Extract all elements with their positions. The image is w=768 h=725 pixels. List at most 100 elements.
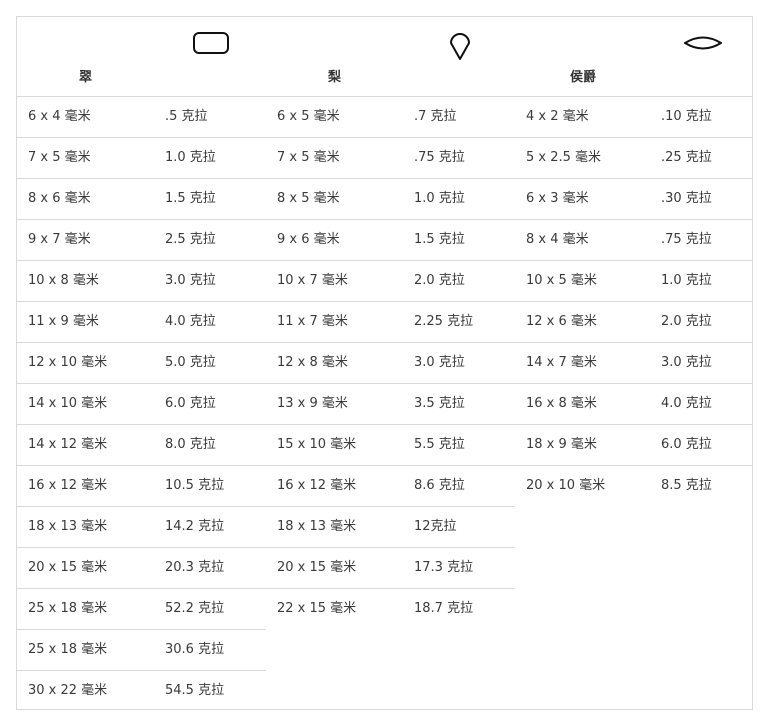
table-row: 22 x 15 毫米 18.7 克拉 [266, 589, 515, 630]
size-cell: 16 x 12 毫米 [277, 478, 357, 493]
size-cell: 15 x 10 毫米 [277, 437, 357, 452]
size-cell: 4 x 2 毫米 [526, 109, 589, 124]
size-cell: 10 x 5 毫米 [526, 273, 597, 288]
table-row: 14 x 10 毫米 6.0 克拉 [17, 384, 266, 425]
weight-cell: 3.5 克拉 [414, 396, 465, 411]
weight-cell: 6.0 克拉 [661, 437, 712, 452]
weight-cell: 8.0 克拉 [165, 437, 216, 452]
weight-cell: 30.6 克拉 [165, 642, 225, 657]
size-cell: 9 x 6 毫米 [277, 232, 340, 247]
weight-cell: 5.0 克拉 [165, 355, 216, 370]
size-cell: 5 x 2.5 毫米 [526, 150, 602, 165]
size-cell: 20 x 15 毫米 [28, 560, 108, 575]
size-cell: 14 x 10 毫米 [28, 396, 108, 411]
weight-cell: 2.0 克拉 [414, 273, 465, 288]
size-cell: 8 x 4 毫米 [526, 232, 589, 247]
table-row: 13 x 9 毫米 3.5 克拉 [266, 384, 515, 425]
table-row: 9 x 7 毫米 2.5 克拉 [17, 220, 266, 261]
group-name-emerald: 翠 [79, 70, 93, 85]
table-row: 18 x 13 毫米 14.2 克拉 [17, 507, 266, 548]
size-cell: 25 x 18 毫米 [28, 601, 108, 616]
table-header: 翠 梨 侯爵 [17, 17, 752, 97]
table-row: 5 x 2.5 毫米 .25 克拉 [515, 138, 753, 179]
weight-cell: 54.5 克拉 [165, 683, 225, 698]
table-row: 25 x 18 毫米 52.2 克拉 [17, 589, 266, 630]
weight-cell: 1.0 克拉 [414, 191, 465, 206]
weight-cell: 8.5 克拉 [661, 478, 712, 493]
size-cell: 16 x 12 毫米 [28, 478, 108, 493]
weight-cell: 12克拉 [414, 519, 457, 534]
table-row: 6 x 3 毫米 .30 克拉 [515, 179, 753, 220]
size-cell: 20 x 10 毫米 [526, 478, 606, 493]
size-cell: 20 x 15 毫米 [277, 560, 357, 575]
table-row: 15 x 10 毫米 5.5 克拉 [266, 425, 515, 466]
size-cell: 16 x 8 毫米 [526, 396, 597, 411]
size-cell: 6 x 5 毫米 [277, 109, 340, 124]
table-row: 18 x 13 毫米 12克拉 [266, 507, 515, 548]
table-row: 16 x 8 毫米 4.0 克拉 [515, 384, 753, 425]
weight-cell: 2.0 克拉 [661, 314, 712, 329]
column-marquise: 4 x 2 毫米 .10 克拉 5 x 2.5 毫米 .25 克拉 6 x 3 毫米… [515, 97, 753, 507]
size-cell: 11 x 7 毫米 [277, 314, 348, 329]
weight-cell: .30 克拉 [661, 191, 712, 206]
weight-cell: .5 克拉 [165, 109, 208, 124]
weight-cell: 3.0 克拉 [165, 273, 216, 288]
weight-cell: 1.5 克拉 [165, 191, 216, 206]
table-row: 11 x 7 毫米 2.25 克拉 [266, 302, 515, 343]
size-cell: 14 x 12 毫米 [28, 437, 108, 452]
table-row: 7 x 5 毫米 1.0 克拉 [17, 138, 266, 179]
group-name-marquise: 侯爵 [570, 70, 597, 85]
size-cell: 18 x 13 毫米 [277, 519, 357, 534]
table-row: 20 x 15 毫米 20.3 克拉 [17, 548, 266, 589]
weight-cell: 18.7 克拉 [414, 601, 474, 616]
header-group-emerald: 翠 [17, 17, 266, 97]
size-cell: 8 x 6 毫米 [28, 191, 91, 206]
size-cell: 8 x 5 毫米 [277, 191, 340, 206]
header-group-marquise: 侯爵 [515, 17, 753, 97]
size-cell: 6 x 3 毫米 [526, 191, 589, 206]
table-row: 10 x 8 毫米 3.0 克拉 [17, 261, 266, 302]
size-cell: 12 x 6 毫米 [526, 314, 597, 329]
size-cell: 14 x 7 毫米 [526, 355, 597, 370]
table-row: 25 x 18 毫米 30.6 克拉 [17, 630, 266, 671]
header-group-pear: 梨 [266, 17, 515, 97]
size-cell: 12 x 8 毫米 [277, 355, 348, 370]
pear-cut-shape-icon [450, 33, 470, 60]
size-cell: 10 x 8 毫米 [28, 273, 99, 288]
size-cell: 12 x 10 毫米 [28, 355, 108, 370]
table-row: 6 x 4 毫米 .5 克拉 [17, 97, 266, 138]
size-cell: 7 x 5 毫米 [28, 150, 91, 165]
column-pear: 6 x 5 毫米 .7 克拉 7 x 5 毫米 .75 克拉 8 x 5 毫米 1.0… [266, 97, 515, 630]
weight-cell: 3.0 克拉 [661, 355, 712, 370]
table-row: 20 x 10 毫米 8.5 克拉 [515, 466, 753, 507]
weight-cell: 4.0 克拉 [165, 314, 216, 329]
weight-cell: 14.2 克拉 [165, 519, 225, 534]
table-row: 11 x 9 毫米 4.0 克拉 [17, 302, 266, 343]
weight-cell: 3.0 克拉 [414, 355, 465, 370]
table-row: 18 x 9 毫米 6.0 克拉 [515, 425, 753, 466]
size-cell: 7 x 5 毫米 [277, 150, 340, 165]
table-row: 14 x 7 毫米 3.0 克拉 [515, 343, 753, 384]
table-row: 10 x 7 毫米 2.0 克拉 [266, 261, 515, 302]
weight-cell: 6.0 克拉 [165, 396, 216, 411]
size-cell: 11 x 9 毫米 [28, 314, 99, 329]
table-row: 14 x 12 毫米 8.0 克拉 [17, 425, 266, 466]
table-row: 12 x 8 毫米 3.0 克拉 [266, 343, 515, 384]
weight-cell: 5.5 克拉 [414, 437, 465, 452]
size-cell: 30 x 22 毫米 [28, 683, 108, 698]
weight-cell: 20.3 克拉 [165, 560, 225, 575]
table-row: 30 x 22 毫米 54.5 克拉 [17, 671, 266, 712]
table-row: 6 x 5 毫米 .7 克拉 [266, 97, 515, 138]
marquise-cut-shape-icon [684, 36, 722, 50]
size-cell: 10 x 7 毫米 [277, 273, 348, 288]
table-row: 8 x 5 毫米 1.0 克拉 [266, 179, 515, 220]
weight-cell: 1.0 克拉 [165, 150, 216, 165]
weight-cell: 1.0 克拉 [661, 273, 712, 288]
weight-cell: 52.2 克拉 [165, 601, 225, 616]
weight-cell: .75 克拉 [661, 232, 712, 247]
table-row: 16 x 12 毫米 10.5 克拉 [17, 466, 266, 507]
size-cell: 22 x 15 毫米 [277, 601, 357, 616]
size-cell: 9 x 7 毫米 [28, 232, 91, 247]
weight-cell: 10.5 克拉 [165, 478, 225, 493]
table-row: 10 x 5 毫米 1.0 克拉 [515, 261, 753, 302]
